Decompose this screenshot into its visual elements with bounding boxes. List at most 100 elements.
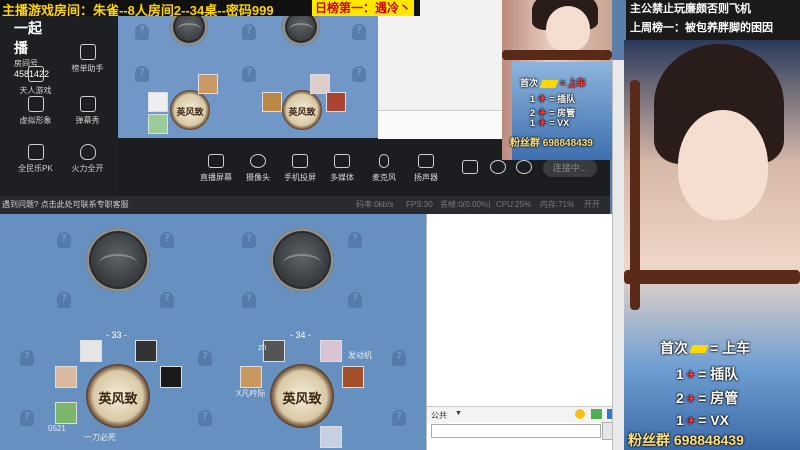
emoji-icon[interactable] (575, 409, 585, 419)
player-avatar[interactable] (148, 92, 168, 112)
player-avatar[interactable] (55, 402, 77, 424)
chat-input[interactable] (431, 424, 601, 438)
empty-seat-icon[interactable] (20, 410, 34, 426)
player-avatar[interactable] (320, 340, 342, 362)
overlay-row-small: 首次 = 上车 (520, 78, 586, 88)
empty-seat-icon[interactable] (348, 292, 362, 308)
player-name: zh (258, 343, 267, 352)
empty-seat-icon[interactable] (57, 292, 71, 308)
speaker-icon (418, 154, 434, 168)
chat-channel-select[interactable]: 公共 (431, 410, 447, 421)
camera-icon (250, 154, 266, 168)
empty-seat-icon[interactable] (160, 292, 174, 308)
empty-seat-icon[interactable] (352, 24, 366, 40)
player-avatar[interactable] (262, 92, 282, 112)
status-bar: 遇到问题? 点击此处可联系专职客服 码率:0kb/s FPS:30 丢帧:0(0… (0, 196, 610, 214)
empty-seat-icon[interactable] (242, 66, 256, 82)
player-avatar[interactable] (320, 426, 342, 448)
player-avatar[interactable] (55, 366, 77, 388)
player-avatar[interactable] (148, 114, 168, 134)
notice-line-2: 上周榜一：被包养胖脚的困因 (630, 22, 773, 34)
camera-preview-small: 首次 = 上车 1 ✈ = 插队 2 ✈ = 房管 1 ✈ = VX 粉丝群 69884843… (502, 0, 612, 160)
menu-item-fire[interactable]: 火力全开 (60, 144, 115, 174)
memory-readout: 内存:71% (540, 200, 575, 209)
phone-cast-icon (292, 154, 308, 168)
settings-button[interactable] (516, 160, 532, 178)
menu-item-danmaku[interactable]: 弹幕秀 (60, 96, 115, 126)
phone-cast-button[interactable]: 手机投屏 (280, 154, 320, 183)
chair-rail (502, 50, 612, 60)
empty-seat-icon[interactable] (392, 350, 406, 366)
eye-button[interactable] (490, 160, 506, 178)
chair-rail (624, 270, 800, 284)
menu-item-pk[interactable]: 全民乐PK (8, 144, 63, 174)
table-number-34: - 34 - (290, 330, 312, 340)
ranking-icon (79, 44, 96, 60)
record-button[interactable] (462, 160, 478, 178)
player-avatar[interactable] (310, 74, 330, 94)
empty-seat-icon[interactable] (160, 232, 174, 248)
empty-seat-icon[interactable] (57, 232, 71, 248)
menu-item-game[interactable]: 天人游戏 (8, 66, 63, 96)
player-avatar[interactable] (342, 366, 364, 388)
table-badge-top-b: 英风致 (282, 90, 322, 130)
fire-icon (79, 144, 96, 160)
empty-seat-icon[interactable] (348, 232, 362, 248)
pk-icon (27, 144, 44, 160)
connect-button[interactable]: 连接中... (543, 159, 597, 177)
camera-button[interactable]: 摄像头 (238, 154, 278, 183)
gear-icon (516, 160, 532, 174)
notice-board: 主公禁止玩廉颇否则飞机 上周榜一：被包养胖脚的困因 (626, 0, 800, 40)
fans-group-small: 粉丝群 698848439 (510, 138, 593, 149)
player-avatar[interactable] (326, 92, 346, 112)
empty-seat-icon[interactable] (198, 410, 212, 426)
empty-seat-icon[interactable] (242, 24, 256, 40)
overlay-row-small: 1 ✈ = VX (530, 118, 570, 130)
empty-seat-icon[interactable] (392, 410, 406, 426)
overlay-row: 首次 = 上车 (660, 340, 751, 356)
table-ring-33[interactable] (86, 228, 150, 292)
player-avatar[interactable] (160, 366, 182, 388)
screen-button[interactable]: 直播屏幕 (196, 154, 236, 183)
speaker-button[interactable]: 扬声器 (406, 154, 446, 183)
image-icon[interactable] (591, 409, 602, 419)
app-logo: 一起播 房间号 4581422 (14, 18, 54, 79)
empty-seat-icon[interactable] (135, 24, 149, 40)
player-name: X凡吟际 (236, 389, 266, 398)
eye-icon (490, 160, 506, 174)
table-ring-34[interactable] (270, 228, 334, 292)
support-hint-link[interactable]: 遇到问题? 点击此处可联系专职客服 (2, 196, 129, 214)
room-banner: 主播游戏房间：朱雀--8人房间2--34桌--密码999 日榜第一：遇冷丶 (0, 0, 420, 18)
menu-item-ranking[interactable]: 榜单助手 (60, 44, 115, 74)
daily-top-badge: 日榜第一：遇冷丶 (312, 0, 415, 16)
face-shape (678, 110, 768, 220)
face-shape (546, 6, 590, 52)
player-avatar[interactable] (198, 74, 218, 94)
cpu-readout: CPU:25% (496, 200, 532, 209)
player-avatar[interactable] (135, 340, 157, 362)
empty-seat-icon[interactable] (135, 66, 149, 82)
logo-text: 一起播 (14, 20, 42, 56)
chevron-down-icon[interactable]: ▼ (455, 410, 462, 417)
player-avatar[interactable] (240, 366, 262, 388)
chat-panel: 公共 ▼ (426, 214, 625, 450)
fps-readout: FPS:30 (406, 200, 433, 209)
empty-seat-icon[interactable] (20, 350, 34, 366)
empty-seat-icon[interactable] (352, 66, 366, 82)
mic-icon (379, 154, 389, 168)
table-badge-33: 英风致 (86, 364, 150, 428)
overlay-row: 2 ✈ = 房管 (676, 390, 739, 406)
game-icon (27, 66, 44, 82)
empty-seat-icon[interactable] (242, 232, 256, 248)
menu-item-avatar[interactable]: 虚拟形象 (8, 96, 63, 126)
table-badge-34: 英风致 (270, 364, 334, 428)
empty-seat-icon[interactable] (198, 350, 212, 366)
empty-seat-icon[interactable] (242, 292, 256, 308)
media-button[interactable]: 多媒体 (322, 154, 362, 183)
mic-button[interactable]: 麦克风 (364, 154, 404, 183)
table-number-33: - 33 - (106, 330, 128, 340)
tools-menu: 一起播 房间号 4581422 天人游戏 榜单助手 虚拟形象 弹幕秀 全民乐PK… (0, 16, 118, 196)
player-avatar[interactable] (80, 340, 102, 362)
overlay-row: 1 ✈ = VX (676, 412, 729, 428)
notice-line-1: 主公禁止玩廉颇否则飞机 (630, 3, 751, 15)
